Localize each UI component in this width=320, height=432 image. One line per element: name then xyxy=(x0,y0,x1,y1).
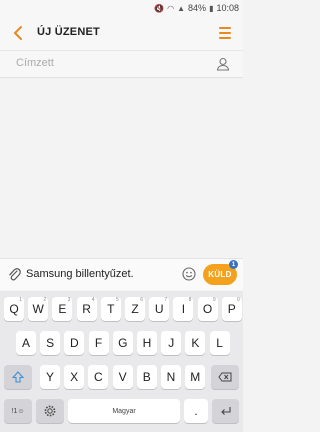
key-s[interactable]: S xyxy=(40,331,61,355)
wifi-icon: ◠ xyxy=(167,3,175,13)
key-label: Magyar xyxy=(112,407,136,415)
backspace-icon xyxy=(218,372,232,382)
enter-icon xyxy=(220,407,231,415)
key-label: V xyxy=(118,370,127,384)
key-d[interactable]: D xyxy=(64,331,85,355)
key-label: U xyxy=(154,302,164,316)
key-label: K xyxy=(191,336,200,350)
contact-picker-icon[interactable] xyxy=(216,57,230,71)
sim-badge: 1 xyxy=(229,260,238,269)
key-q[interactable]: Q1 xyxy=(4,297,24,321)
key-hint: 3 xyxy=(67,297,71,303)
status-bar: 🔇 ◠ ▲ 84% ▮ 10:08 xyxy=(0,0,243,16)
key-e[interactable]: E3 xyxy=(52,297,73,321)
key-label: H xyxy=(142,336,152,350)
key-label: F xyxy=(94,336,103,350)
key-a[interactable]: A xyxy=(16,331,36,355)
menu-icon[interactable] xyxy=(219,27,231,39)
recipient-bar: Címzett xyxy=(0,50,243,78)
signal-icon: ▲ xyxy=(177,3,186,13)
key-label: S xyxy=(46,336,55,350)
key-label: E xyxy=(58,302,67,316)
enter-key[interactable] xyxy=(212,399,239,423)
key-p[interactable]: P0 xyxy=(221,297,242,321)
key-label: X xyxy=(70,370,79,384)
app-bar: ÚJ ÜZENET xyxy=(0,16,243,50)
key-label: C xyxy=(94,370,103,384)
key-label: W xyxy=(32,302,44,316)
emoji-icon[interactable] xyxy=(182,267,196,281)
key-y[interactable]: Y xyxy=(40,365,60,389)
battery-level: 84% xyxy=(188,3,207,13)
attach-icon[interactable] xyxy=(7,266,21,282)
key-c[interactable]: C xyxy=(88,365,109,389)
key-hint: 7 xyxy=(164,297,168,303)
key-label: D xyxy=(70,336,79,350)
key-label: Q xyxy=(9,302,19,316)
key-label: P xyxy=(227,302,236,316)
key-label: N xyxy=(166,370,176,384)
message-input[interactable]: Samsung billentyűzet. xyxy=(26,268,134,280)
key-label: !1☺ xyxy=(11,407,25,415)
key-b[interactable]: B xyxy=(136,365,157,389)
key-label: Y xyxy=(45,370,54,384)
key-label: Z xyxy=(131,302,139,316)
period-key[interactable]: . xyxy=(184,399,208,423)
key-label: O xyxy=(202,302,213,316)
key-hint: 0 xyxy=(237,297,240,303)
key-t[interactable]: T5 xyxy=(100,297,121,321)
back-arrow-icon[interactable] xyxy=(11,25,25,41)
space-key[interactable]: Magyar xyxy=(68,399,180,423)
composer-bar: Samsung billentyűzet. KÜLD 1 xyxy=(0,258,243,290)
clock: 10:08 xyxy=(216,3,239,13)
message-thread xyxy=(0,78,243,258)
backspace-key[interactable] xyxy=(211,365,239,389)
key-label: J xyxy=(168,336,175,350)
keyboard: Q 1 W 2 E 3 R 4 T 5 Z 6 U 7 I 8 O 9 P 0 A S D F G H J K L Y X C V B N M !1☺ M… xyxy=(0,291,243,432)
shift-key[interactable] xyxy=(4,365,32,389)
key-label: A xyxy=(21,336,30,350)
page-title: ÚJ ÜZENET xyxy=(37,26,100,38)
key-hint: 8 xyxy=(188,297,192,303)
symbols-key[interactable]: !1☺ xyxy=(4,399,32,423)
key-j[interactable]: J xyxy=(161,331,182,355)
shift-icon xyxy=(12,371,24,383)
key-hint: 5 xyxy=(116,297,119,303)
key-hint: 1 xyxy=(19,297,22,303)
key-label: M xyxy=(190,370,201,384)
key-m[interactable]: M xyxy=(185,365,206,389)
key-hint: 2 xyxy=(43,297,47,303)
key-o[interactable]: O9 xyxy=(197,297,218,321)
key-hint: 6 xyxy=(140,297,143,303)
key-v[interactable]: V xyxy=(112,365,133,389)
key-g[interactable]: G xyxy=(112,331,133,355)
key-i[interactable]: I8 xyxy=(173,297,194,321)
key-hint: 4 xyxy=(91,297,95,303)
key-l[interactable]: L xyxy=(209,331,230,355)
key-n[interactable]: N xyxy=(161,365,181,389)
key-label: R xyxy=(82,302,91,316)
key-h[interactable]: H xyxy=(137,331,157,355)
gear-icon xyxy=(44,405,56,417)
key-label: G xyxy=(118,336,128,350)
key-u[interactable]: U7 xyxy=(149,297,170,321)
key-k[interactable]: K xyxy=(185,331,206,355)
key-label: T xyxy=(107,302,115,316)
key-z[interactable]: Z6 xyxy=(125,297,145,321)
key-label: B xyxy=(142,370,151,384)
key-label: . xyxy=(194,404,198,418)
key-hint: 9 xyxy=(212,297,216,303)
mute-icon: 🔇 xyxy=(154,3,165,13)
key-w[interactable]: W2 xyxy=(28,297,49,321)
key-label: I xyxy=(181,302,186,316)
key-label: L xyxy=(216,336,223,350)
settings-key[interactable] xyxy=(36,399,64,423)
battery-icon: ▮ xyxy=(209,3,214,13)
key-f[interactable]: F xyxy=(88,331,109,355)
key-r[interactable]: R4 xyxy=(76,297,97,321)
recipient-input[interactable]: Címzett xyxy=(16,57,54,69)
key-x[interactable]: X xyxy=(64,365,85,389)
